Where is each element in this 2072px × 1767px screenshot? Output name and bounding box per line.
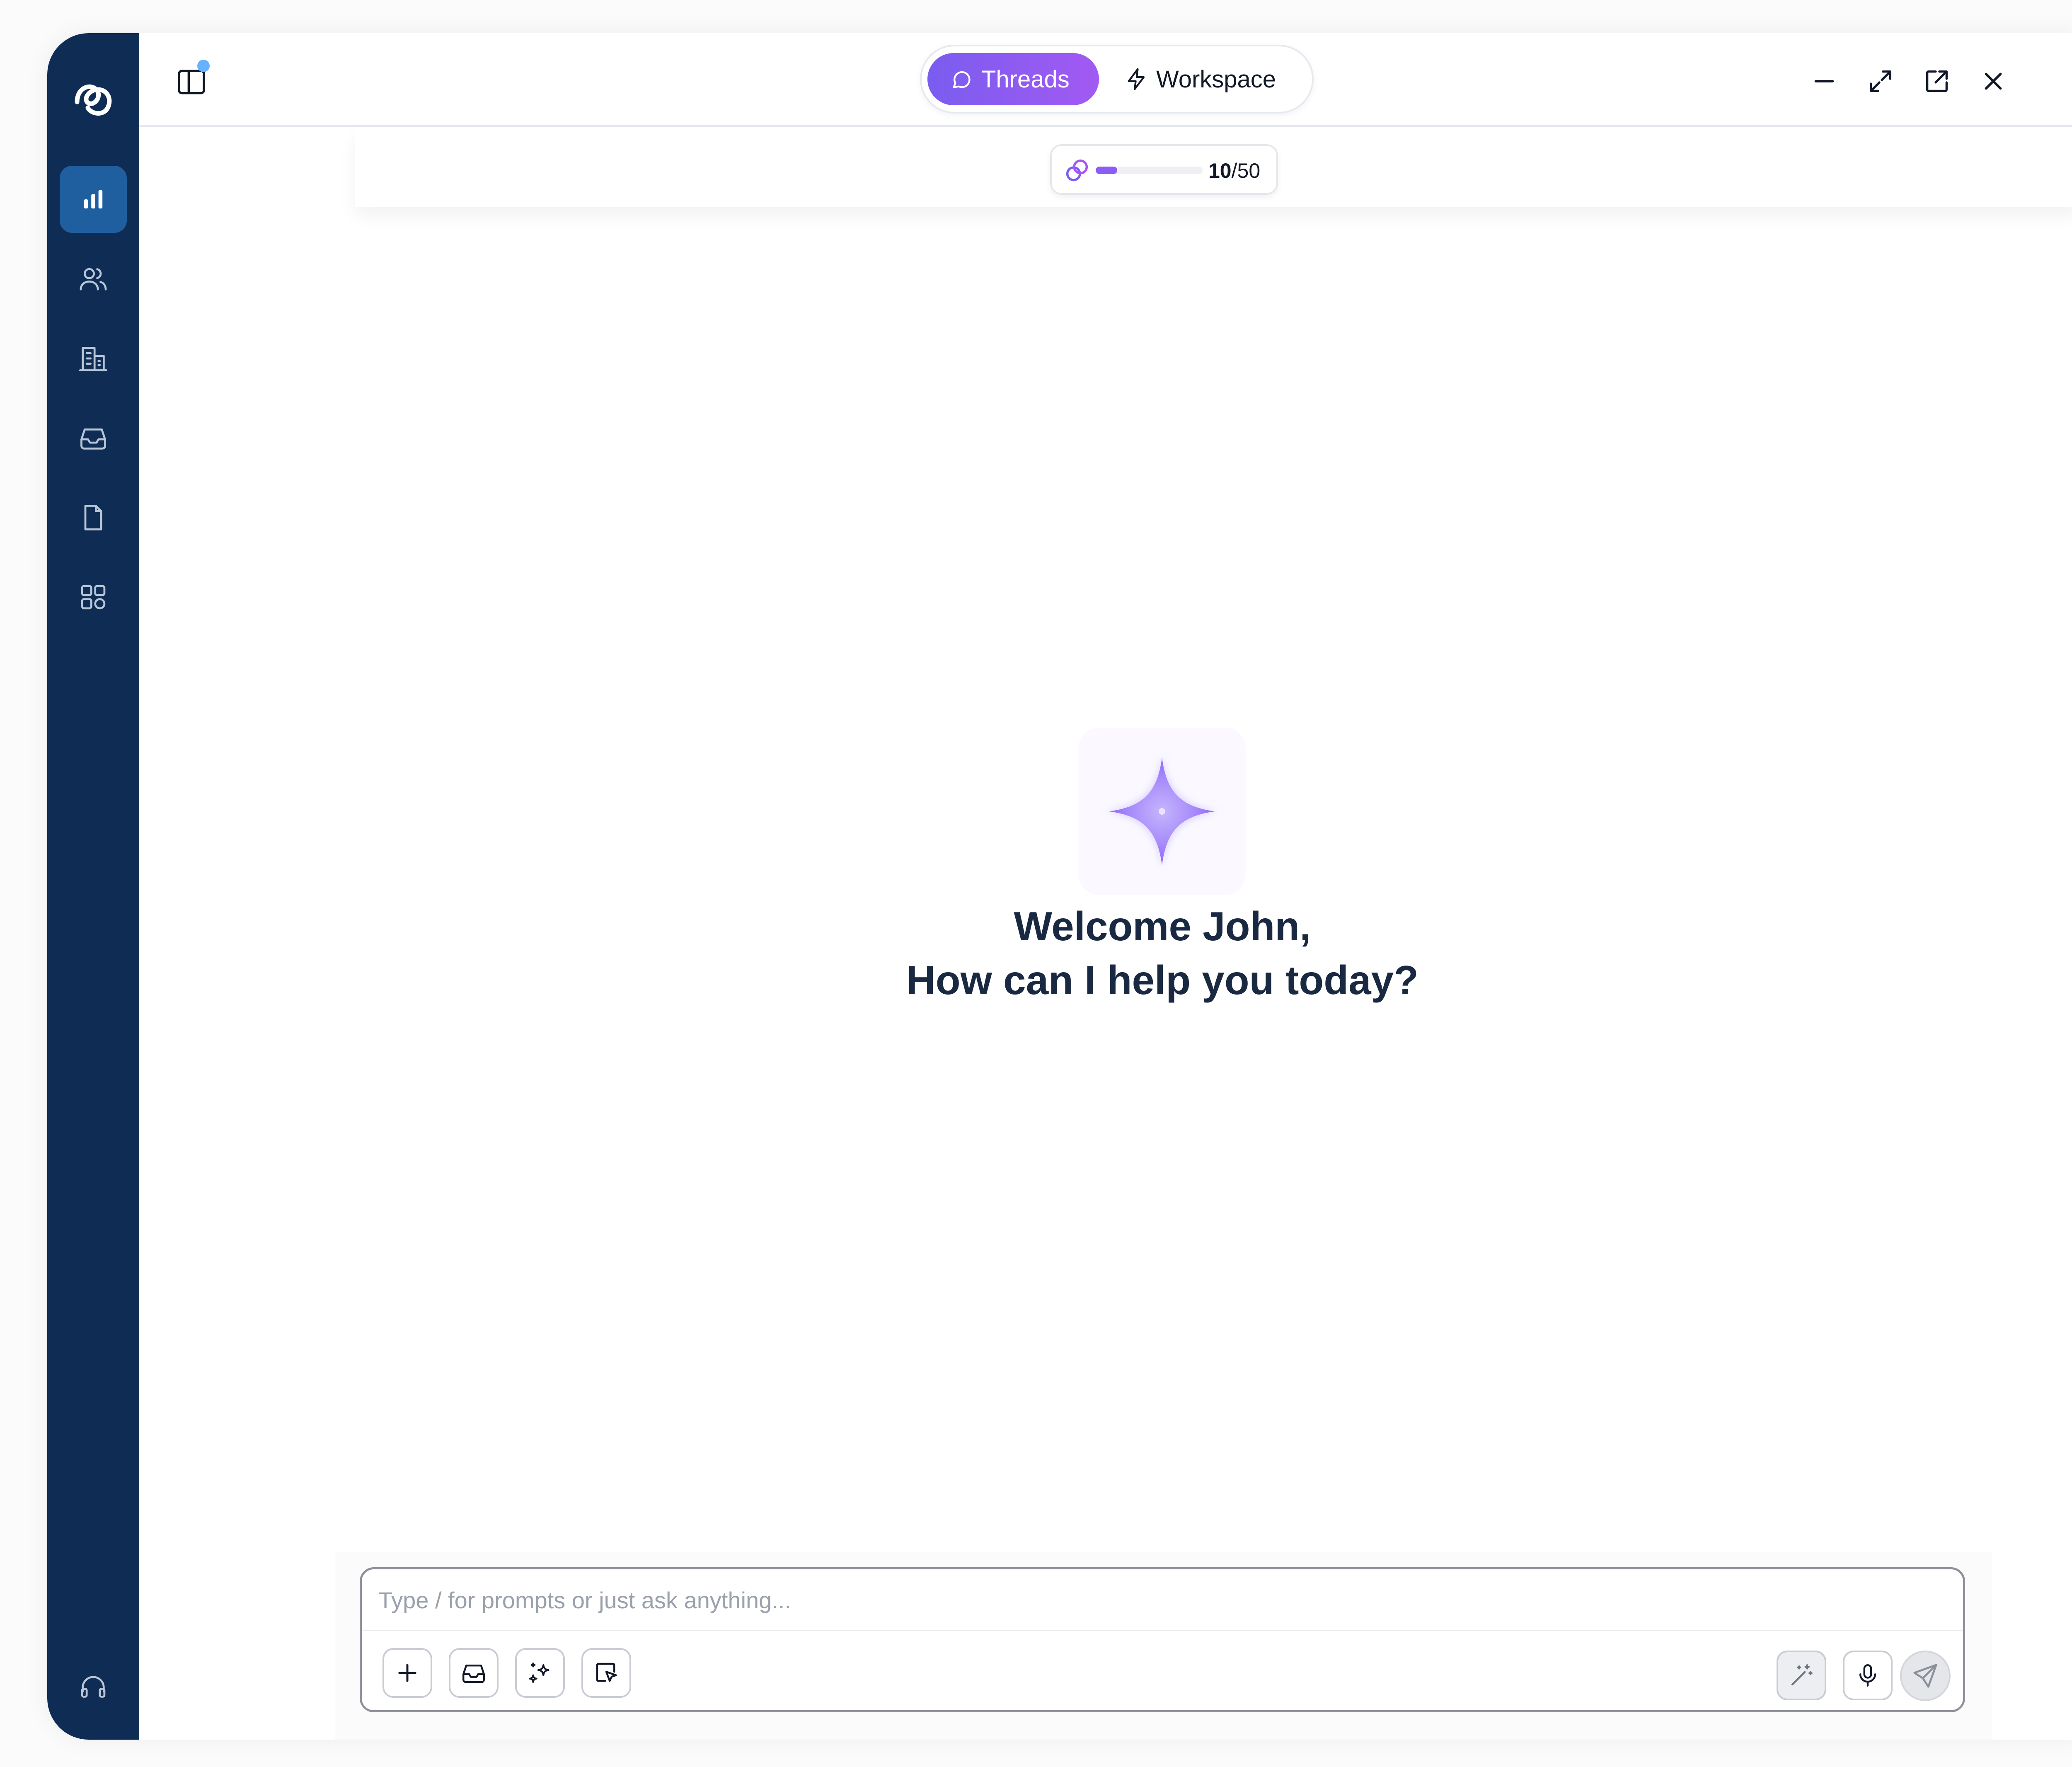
close-icon bbox=[1985, 73, 2002, 90]
sidebar-item-documents[interactable] bbox=[60, 484, 127, 551]
voice-input-button[interactable] bbox=[1843, 1651, 1893, 1700]
assistant-sparkle bbox=[1078, 728, 1246, 895]
credits-used: 10 bbox=[1208, 159, 1232, 182]
composer-divider bbox=[362, 1630, 1963, 1631]
sparkles-icon bbox=[529, 1663, 549, 1683]
apps-grid-icon bbox=[81, 585, 106, 610]
inbox-icon bbox=[462, 1664, 485, 1683]
inbox-icon bbox=[80, 428, 106, 450]
welcome-message: Welcome John, How can I help you today? bbox=[719, 899, 1605, 1007]
tab-threads[interactable]: Threads bbox=[927, 53, 1099, 105]
view-switcher: Threads Workspace bbox=[920, 45, 1314, 114]
credits-progress-fill bbox=[1096, 167, 1117, 174]
sidebar-item-contacts[interactable] bbox=[60, 245, 127, 312]
sidebar-item-apps[interactable] bbox=[60, 564, 127, 631]
expand-button[interactable] bbox=[1864, 65, 1897, 98]
magic-enhance-button[interactable] bbox=[1777, 1651, 1826, 1700]
screen-select-button[interactable] bbox=[581, 1648, 631, 1698]
app-window: Threads Workspace 10/50 Welcome John, Ho… bbox=[47, 33, 2072, 1740]
close-button[interactable] bbox=[1977, 65, 2010, 98]
external-link-icon bbox=[1926, 70, 1948, 92]
building-icon bbox=[79, 347, 108, 371]
credits-count: 10/50 bbox=[1208, 157, 1260, 184]
sidebar-item-companies[interactable] bbox=[60, 325, 127, 392]
sidebar-item-inbox[interactable] bbox=[60, 404, 127, 472]
add-attachment-button[interactable] bbox=[382, 1648, 432, 1698]
page-background: Threads Workspace 10/50 Welcome John, Ho… bbox=[0, 0, 2072, 1767]
sidebar bbox=[47, 33, 139, 1740]
bar-chart-icon bbox=[84, 190, 103, 209]
credits-icon bbox=[1066, 159, 1088, 182]
users-icon bbox=[80, 268, 107, 290]
sparkle-icon bbox=[1105, 753, 1219, 869]
credits-total: /50 bbox=[1231, 159, 1261, 182]
lightning-icon bbox=[1128, 68, 1145, 90]
minimize-button[interactable] bbox=[1808, 65, 1841, 98]
tab-workspace-label: Workspace bbox=[1156, 65, 1276, 93]
welcome-greeting: Welcome John, bbox=[1014, 903, 1311, 949]
expand-icon bbox=[1870, 70, 1891, 92]
main-panel: Threads Workspace 10/50 Welcome John, Ho… bbox=[139, 33, 2072, 1740]
credits-meter[interactable]: 10/50 bbox=[1050, 144, 1278, 195]
magic-wand-icon bbox=[1791, 1664, 1813, 1686]
headset-icon bbox=[81, 1676, 106, 1698]
credits-progress-track bbox=[1096, 167, 1203, 174]
microphone-icon bbox=[1859, 1664, 1876, 1687]
chat-bubble-icon bbox=[953, 71, 971, 88]
tab-workspace[interactable]: Workspace bbox=[1112, 53, 1307, 105]
sidebar-item-analytics[interactable] bbox=[60, 166, 127, 233]
welcome-question: How can I help you today? bbox=[906, 957, 1418, 1003]
send-button[interactable] bbox=[1900, 1651, 1951, 1701]
inbox-tool-button[interactable] bbox=[449, 1648, 499, 1698]
prompt-input[interactable] bbox=[378, 1583, 1945, 1617]
cursor-select-icon bbox=[596, 1663, 617, 1682]
ai-sparkles-button[interactable] bbox=[515, 1648, 565, 1698]
tab-threads-label: Threads bbox=[981, 65, 1070, 93]
notification-dot bbox=[197, 60, 210, 72]
send-icon bbox=[1913, 1664, 1937, 1688]
minimize-icon bbox=[1814, 80, 1834, 82]
open-external-button[interactable] bbox=[1920, 65, 1953, 98]
file-icon bbox=[84, 505, 102, 530]
sidebar-item-support[interactable] bbox=[60, 1653, 127, 1720]
top-bar: Threads Workspace bbox=[139, 33, 2072, 127]
message-composer bbox=[360, 1567, 1965, 1712]
app-logo[interactable] bbox=[68, 73, 119, 124]
plus-icon bbox=[398, 1664, 416, 1682]
